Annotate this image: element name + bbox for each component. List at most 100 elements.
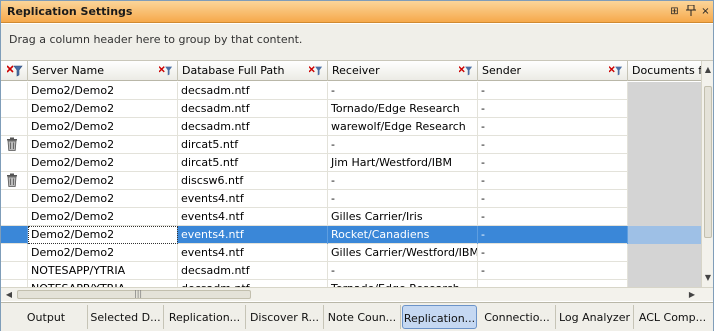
horizontal-scroll-thumb[interactable]: ||| [17, 289, 251, 299]
column-header-database-full-path[interactable]: Database Full Path [178, 61, 328, 81]
cell-receiver[interactable]: - [328, 136, 478, 154]
cell-receiver[interactable]: Gilles Carrier/Iris [328, 208, 478, 226]
cell-server[interactable]: NOTESAPP/YTRIA [28, 262, 178, 280]
cell-receiver[interactable]: - [328, 82, 478, 100]
cell-receiver[interactable]: Tornado/Edge Research [328, 280, 478, 287]
tab-replication-1[interactable]: Replication... [164, 305, 246, 329]
cell-db[interactable]: decsadm.ntf [178, 262, 328, 280]
table-row[interactable]: Demo2/Demo2 events4.ntf Gilles Carrier/Iri… [1, 208, 701, 226]
tab-discover-r[interactable]: Discover R... [246, 305, 324, 329]
cell-sender[interactable]: - [478, 118, 628, 136]
horizontal-scrollbar[interactable]: ◀ ||| ▶ [1, 287, 713, 301]
documents-cell[interactable] [628, 244, 701, 262]
table-row[interactable]: NOTESAPP/YTRIAdecsadm.ntfTornado/Edge Re… [1, 280, 701, 287]
cell-sender[interactable]: - [478, 244, 628, 262]
cell-server[interactable]: Demo2/Demo2 [28, 154, 178, 172]
cell-db[interactable]: events4.ntf [178, 190, 328, 208]
tab-selected-d[interactable]: Selected D... [88, 305, 164, 329]
funnel-icon[interactable] [459, 65, 473, 77]
cell-receiver[interactable]: Gilles Carrier/Westford/IBM [328, 244, 478, 262]
clear-filter-icon[interactable] [7, 65, 23, 77]
cell-receiver[interactable]: warewolf/Edge Research [328, 118, 478, 136]
cell-server[interactable]: Demo2/Demo2 [28, 226, 178, 244]
scroll-left-icon[interactable]: ◀ [3, 288, 15, 301]
pin-icon[interactable] [684, 4, 697, 18]
cell-server[interactable]: Demo2/Demo2 [28, 172, 178, 190]
cell-db[interactable]: dircat5.ntf [178, 136, 328, 154]
cell-sender[interactable]: - [478, 280, 628, 287]
tab-connectio[interactable]: Connectio... [479, 305, 556, 329]
scroll-up-icon[interactable]: ▲ [702, 63, 714, 77]
row-status-cell[interactable] [1, 100, 28, 118]
cell-sender[interactable]: - [478, 172, 628, 190]
tab-replication-2[interactable]: Replication... [402, 305, 477, 329]
table-row[interactable]: Demo2/Demo2 events4.ntf - - [1, 190, 701, 208]
trash-icon[interactable] [6, 137, 18, 151]
cell-receiver[interactable]: - [328, 262, 478, 280]
row-status-cell[interactable] [1, 280, 28, 287]
cell-db[interactable]: decsadm.ntf [178, 82, 328, 100]
funnel-icon[interactable] [159, 65, 173, 77]
cell-db[interactable]: dircat5.ntf [178, 154, 328, 172]
close-icon[interactable]: × [699, 5, 712, 18]
cell-db[interactable]: decsadm.ntf [178, 100, 328, 118]
vertical-scroll-thumb[interactable] [704, 86, 712, 238]
column-header-receiver[interactable]: Receiver [328, 61, 478, 81]
column-header-server-name[interactable]: Server Name [28, 61, 178, 81]
documents-cell[interactable] [628, 226, 701, 244]
cell-server[interactable]: Demo2/Demo2 [28, 244, 178, 262]
row-status-cell[interactable] [1, 154, 28, 172]
table-row[interactable]: Demo2/Demo2 events4.ntf Rocket/Canadiens - [1, 226, 701, 244]
cell-sender[interactable]: - [478, 190, 628, 208]
cell-receiver[interactable]: - [328, 190, 478, 208]
documents-cell[interactable] [628, 118, 701, 136]
scroll-right-icon[interactable]: ▶ [686, 288, 698, 301]
row-status-cell[interactable] [1, 172, 28, 190]
row-status-cell[interactable] [1, 226, 28, 244]
cell-sender[interactable]: - [478, 82, 628, 100]
cell-sender[interactable]: - [478, 262, 628, 280]
tab-acl-comp[interactable]: ACL Comp... [634, 305, 711, 329]
documents-cell[interactable] [628, 154, 701, 172]
cell-db[interactable]: decsadm.ntf [178, 280, 328, 287]
trash-icon[interactable] [6, 173, 18, 187]
cell-db[interactable]: events4.ntf [178, 226, 328, 244]
funnel-icon[interactable] [609, 65, 623, 77]
row-status-cell[interactable] [1, 136, 28, 154]
cell-server[interactable]: Demo2/Demo2 [28, 208, 178, 226]
row-status-cell[interactable] [1, 208, 28, 226]
row-status-cell[interactable] [1, 118, 28, 136]
cell-sender[interactable]: - [478, 136, 628, 154]
table-row[interactable]: Demo2/Demo2 discsw6.ntf - - [1, 172, 701, 190]
cell-server[interactable]: Demo2/Demo2 [28, 190, 178, 208]
scroll-down-icon[interactable]: ▼ [702, 271, 714, 285]
tab-note-coun[interactable]: Note Coun... [324, 305, 401, 329]
cell-receiver[interactable]: Tornado/Edge Research [328, 100, 478, 118]
documents-cell[interactable] [628, 280, 701, 287]
documents-cell[interactable] [628, 262, 701, 280]
cell-db[interactable]: events4.ntf [178, 244, 328, 262]
documents-cell[interactable] [628, 82, 701, 100]
table-row[interactable]: Demo2/Demo2 dircat5.ntf Jim Hart/Westford/… [1, 154, 701, 172]
table-row[interactable]: Demo2/Demo2 events4.ntf Gilles Carrier/Wes… [1, 244, 701, 262]
row-status-cell[interactable] [1, 244, 28, 262]
row-status-cell[interactable] [1, 262, 28, 280]
cell-server[interactable]: NOTESAPP/YTRIA [28, 280, 178, 287]
cell-receiver[interactable]: Rocket/Canadiens [328, 226, 478, 244]
cell-server[interactable]: Demo2/Demo2 [28, 118, 178, 136]
cell-server[interactable]: Demo2/Demo2 [28, 136, 178, 154]
vertical-scrollbar[interactable]: ▲ ▼ [701, 61, 713, 287]
group-by-panel[interactable]: Drag a column header here to group by th… [1, 24, 713, 61]
cell-server[interactable]: Demo2/Demo2 [28, 100, 178, 118]
cell-sender[interactable]: - [478, 100, 628, 118]
row-status-cell[interactable] [1, 82, 28, 100]
cell-server[interactable]: Demo2/Demo2 [28, 82, 178, 100]
documents-cell[interactable] [628, 172, 701, 190]
cell-sender[interactable]: - [478, 154, 628, 172]
tab-output[interactable]: Output [5, 305, 88, 329]
table-row[interactable]: Demo2/Demo2 decsadm.ntf warewolf/Edge Rese… [1, 118, 701, 136]
column-header-documents[interactable]: Documents f [628, 61, 701, 81]
column-header-status[interactable] [1, 61, 28, 81]
documents-cell[interactable] [628, 100, 701, 118]
funnel-icon[interactable] [309, 65, 323, 77]
